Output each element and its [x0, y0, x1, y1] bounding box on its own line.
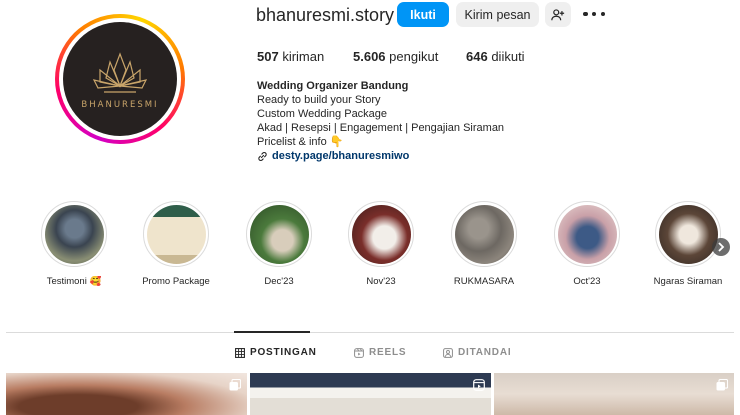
followers-number: 5.606 — [353, 49, 386, 64]
tab-posts[interactable]: POSTINGAN — [235, 347, 317, 358]
lotus-logo-icon — [92, 52, 148, 93]
avatar-brand-text: BHANURESMI — [81, 100, 159, 110]
bio-link[interactable]: desty.page/bhanuresmiwo — [257, 149, 504, 163]
reel-badge-icon — [473, 379, 485, 391]
follow-button[interactable]: Ikuti — [397, 2, 449, 27]
chevron-right-icon — [718, 242, 725, 252]
post-thumbnail[interactable] — [494, 373, 734, 415]
posts-number: 507 — [257, 49, 279, 64]
highlight-oct23[interactable]: Oct'23 — [539, 201, 635, 287]
active-tab-indicator — [234, 331, 310, 333]
highlight-ring — [246, 201, 312, 267]
highlight-label: Dec'23 — [264, 276, 294, 287]
link-icon — [258, 151, 267, 161]
highlight-label: Nov'23 — [366, 276, 396, 287]
highlight-cover-image — [658, 204, 718, 264]
tab-label: DITANDAI — [458, 347, 512, 358]
tagged-icon — [443, 347, 453, 358]
highlight-cover-image — [351, 204, 411, 264]
carousel-icon — [716, 379, 728, 391]
highlight-ring — [554, 201, 620, 267]
highlight-dec23[interactable]: Dec'23 — [231, 201, 327, 287]
following-number: 646 — [466, 49, 488, 64]
highlight-ring — [348, 201, 414, 267]
carousel-icon — [229, 379, 241, 391]
reels-icon — [354, 347, 364, 358]
bio-line: Custom Wedding Package — [257, 108, 388, 120]
highlight-label: Promo Package — [142, 276, 210, 287]
bio-name: Wedding Organizer Bandung — [257, 80, 409, 92]
highlight-cover-image — [557, 204, 617, 264]
highlight-label: Testimoni 🥰 — [46, 276, 102, 287]
highlight-label: RUKMASARA — [453, 276, 515, 287]
following-label: diikuti — [491, 49, 525, 64]
grid-icon — [235, 347, 245, 358]
following-count[interactable]: 646 diikuti — [466, 49, 525, 64]
posts-label: kiriman — [282, 49, 325, 64]
more-options-icon[interactable] — [583, 8, 605, 20]
profile-username: bhanuresmi.story — [256, 5, 395, 25]
highlight-cover-image — [454, 204, 514, 264]
avatar[interactable]: BHANURESMI — [63, 22, 177, 136]
highlight-cover-image — [44, 204, 104, 264]
highlight-rukmasara[interactable]: RUKMASARA — [436, 201, 532, 287]
tab-label: REELS — [369, 347, 407, 358]
tab-tagged[interactable]: DITANDAI — [443, 347, 511, 358]
highlight-promo-package[interactable]: Promo Package — [128, 201, 224, 287]
bio-line: Akad | Resepsi | Engagement | Pengajian … — [257, 122, 505, 134]
highlights-next-button[interactable] — [712, 238, 730, 256]
highlight-ring — [451, 201, 517, 267]
suggest-user-button[interactable] — [545, 2, 571, 27]
tab-reels[interactable]: REELS — [354, 347, 406, 358]
followers-count[interactable]: 5.606 pengikut — [353, 49, 438, 64]
posts-count: 507 kiriman — [257, 49, 324, 64]
followers-label: pengikut — [389, 49, 439, 64]
profile-bio: Wedding Organizer Bandung Ready to build… — [257, 79, 504, 163]
message-button[interactable]: Kirim pesan — [456, 2, 539, 27]
tab-label: POSTINGAN — [250, 347, 317, 358]
highlight-nov23[interactable]: Nov'23 — [333, 201, 429, 287]
highlight-ring — [655, 201, 721, 267]
bio-line: Ready to build your Story — [257, 94, 381, 106]
post-thumbnail[interactable] — [250, 373, 491, 415]
tabs-divider — [6, 332, 734, 333]
add-user-icon — [551, 8, 565, 20]
bio-link-text[interactable]: desty.page/bhanuresmiwo — [272, 149, 409, 163]
highlight-ring — [41, 201, 107, 267]
highlight-cover-image — [249, 204, 309, 264]
highlight-label: Ngaras Siraman — [653, 276, 723, 287]
highlight-cover-image — [146, 204, 206, 264]
bio-line: Pricelist & info 👇 — [257, 136, 344, 148]
highlight-ring — [143, 201, 209, 267]
profile-avatar-ring[interactable]: BHANURESMI — [55, 14, 185, 144]
post-thumbnail[interactable] — [6, 373, 247, 415]
highlight-testimoni[interactable]: Testimoni 🥰 — [26, 201, 122, 287]
highlight-label: Oct'23 — [573, 276, 601, 287]
